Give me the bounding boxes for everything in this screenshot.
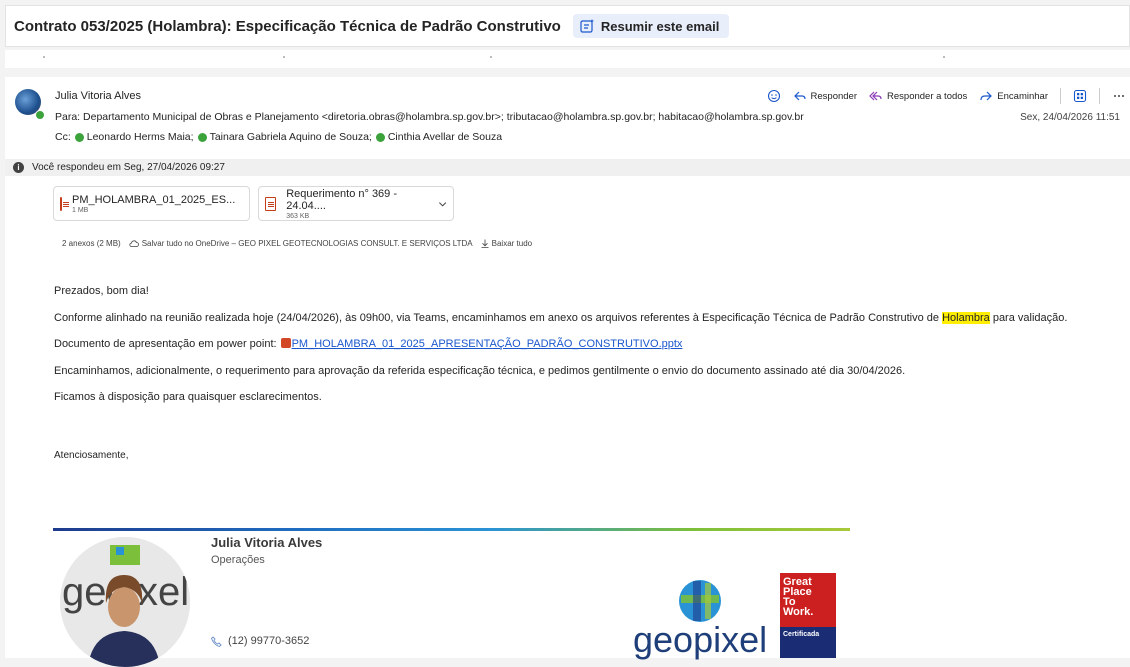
attachment-size: 363 KB [286, 212, 310, 220]
chevron-down-icon[interactable] [438, 199, 447, 209]
forward-icon [980, 91, 993, 101]
closing: Atenciosamente, [54, 450, 129, 461]
signature-photo-graphic: geo xel [60, 537, 190, 667]
gptw-certified: Certificada [780, 627, 836, 658]
paragraph-4: Ficamos à disposição para quaisquer escl… [54, 391, 322, 403]
info-icon: i [13, 162, 24, 173]
signature-phone: (12) 99770-3652 [211, 635, 309, 647]
summarize-label: Resumir este email [600, 18, 720, 34]
cloud-icon [129, 240, 139, 247]
subject-bar: Contrato 053/2025 (Holambra): Especifica… [5, 5, 1130, 47]
collapsed-thread-strip[interactable] [5, 50, 1130, 68]
download-all-label: Baixar tudo [491, 239, 533, 248]
geopixel-logo-text: geopixel [633, 619, 768, 660]
greeting: Prezados, bom dia! [54, 285, 149, 297]
cc-line: Cc: Leonardo Herms Maia; Tainara Gabriel… [55, 131, 502, 143]
presence-icon [74, 132, 84, 142]
highlighted-term: Holambra [942, 312, 990, 324]
summarize-button[interactable]: Resumir este email [572, 14, 730, 38]
download-icon [481, 239, 489, 248]
reply-all-button[interactable]: Responder a todos [865, 87, 971, 105]
cc-label: Cc: [55, 131, 71, 143]
apps-button[interactable] [1069, 87, 1091, 105]
signature-divider [53, 528, 850, 531]
smiley-icon [767, 89, 780, 103]
attachment-name: PM_HOLAMBRA_01_2025_ES... [72, 193, 236, 206]
forward-button[interactable]: Encaminhar [975, 87, 1052, 105]
reaction-button[interactable] [763, 87, 785, 105]
attachment-card[interactable]: PM_HOLAMBRA_01_2025_ES... 1 MB [53, 186, 250, 221]
paragraph-2: Documento de apresentação em power point… [54, 338, 682, 350]
reply-label: Responder [810, 90, 858, 102]
reply-button[interactable]: Responder [789, 87, 861, 105]
to-label: Para: [55, 111, 81, 123]
sent-date: Sex, 24/04/2026 11:51 [1020, 112, 1120, 123]
reply-all-icon [869, 91, 882, 101]
presentation-link[interactable]: PM_HOLAMBRA_01_2025_APRESENTAÇÃO_PADRÃO_… [292, 338, 683, 350]
paragraph-1-start: Conforme alinhado na reunião realizada h… [54, 312, 943, 324]
paragraph-1: Conforme alinhado na reunião realizada h… [54, 312, 1067, 324]
signature-name: Julia Vitoria Alves [211, 535, 323, 550]
save-onedrive-link[interactable]: Salvar tudo no OneDrive – GEO PIXEL GEOT… [129, 239, 473, 248]
to-recipients[interactable]: Departamento Municipal de Obras e Planej… [83, 111, 804, 123]
phone-icon [211, 635, 222, 647]
reply-icon [793, 91, 806, 101]
svg-text:xel: xel [138, 570, 189, 614]
sender-name[interactable]: Julia Vitoria Alves [55, 90, 141, 102]
forward-label: Encaminhar [997, 90, 1048, 102]
attachment-size: 1 MB [72, 206, 89, 214]
attachments-count: 2 anexos (2 MB) [62, 239, 121, 248]
paragraph-1-end: para validação. [989, 312, 1068, 324]
cc-recipient[interactable]: Leonardo Herms Maia; [87, 131, 194, 143]
presence-icon [197, 132, 207, 142]
powerpoint-file-icon [280, 338, 291, 348]
download-all-link[interactable]: Baixar tudo [481, 239, 532, 248]
more-icon [1114, 95, 1124, 97]
great-place-to-work-badge: Great Place To Work. Certificada [780, 573, 836, 658]
cc-recipient[interactable]: Cinthia Avellar de Souza [388, 131, 502, 143]
geopixel-logo: geopixel [633, 577, 771, 658]
signature-photo: geo xel [60, 537, 190, 667]
more-actions-button[interactable] [1108, 87, 1130, 105]
attachment-name: Requerimento n° 369 - 24.04.... [286, 187, 398, 212]
gptw-line: Work. [783, 606, 814, 618]
reply-all-label: Responder a todos [887, 90, 968, 102]
paragraph-3: Encaminhamos, adicionalmente, o requerim… [54, 365, 906, 377]
phone-number[interactable]: (12) 99770-3652 [228, 635, 309, 647]
divider [1099, 88, 1100, 104]
pdf-file-icon [265, 196, 277, 211]
message-header: Julia Vitoria Alves Para: Departamento M… [5, 77, 1130, 153]
save-onedrive-label: Salvar tudo no OneDrive – GEO PIXEL GEOT… [141, 239, 473, 248]
cc-recipient[interactable]: Tainara Gabriela Aquino de Souza; [210, 131, 372, 143]
presence-icon [375, 132, 385, 142]
message-actions: Responder Responder a todos Encaminhar [763, 87, 1130, 105]
email-subject: Contrato 053/2025 (Holambra): Especifica… [14, 17, 561, 35]
pdf-file-icon [60, 196, 69, 211]
attachment-card[interactable]: Requerimento n° 369 - 24.04.... 363 KB [258, 186, 454, 221]
signature-role: Operações [211, 554, 265, 566]
to-line: Para: Departamento Municipal de Obras e … [55, 111, 804, 123]
email-message: Julia Vitoria Alves Para: Departamento M… [5, 77, 1130, 667]
presence-available-icon [35, 110, 45, 120]
divider [1060, 88, 1061, 104]
replied-notice: i Você respondeu em Seg, 27/04/2026 09:2… [5, 159, 1130, 176]
apps-grid-icon [1073, 89, 1087, 103]
replied-text: Você respondeu em Seg, 27/04/2026 09:27 [32, 162, 225, 173]
summary-icon [580, 19, 594, 33]
attachments-meta: 2 anexos (2 MB) Salvar tudo no OneDrive … [62, 239, 532, 248]
paragraph-2-label: Documento de apresentação em power point… [54, 338, 277, 350]
